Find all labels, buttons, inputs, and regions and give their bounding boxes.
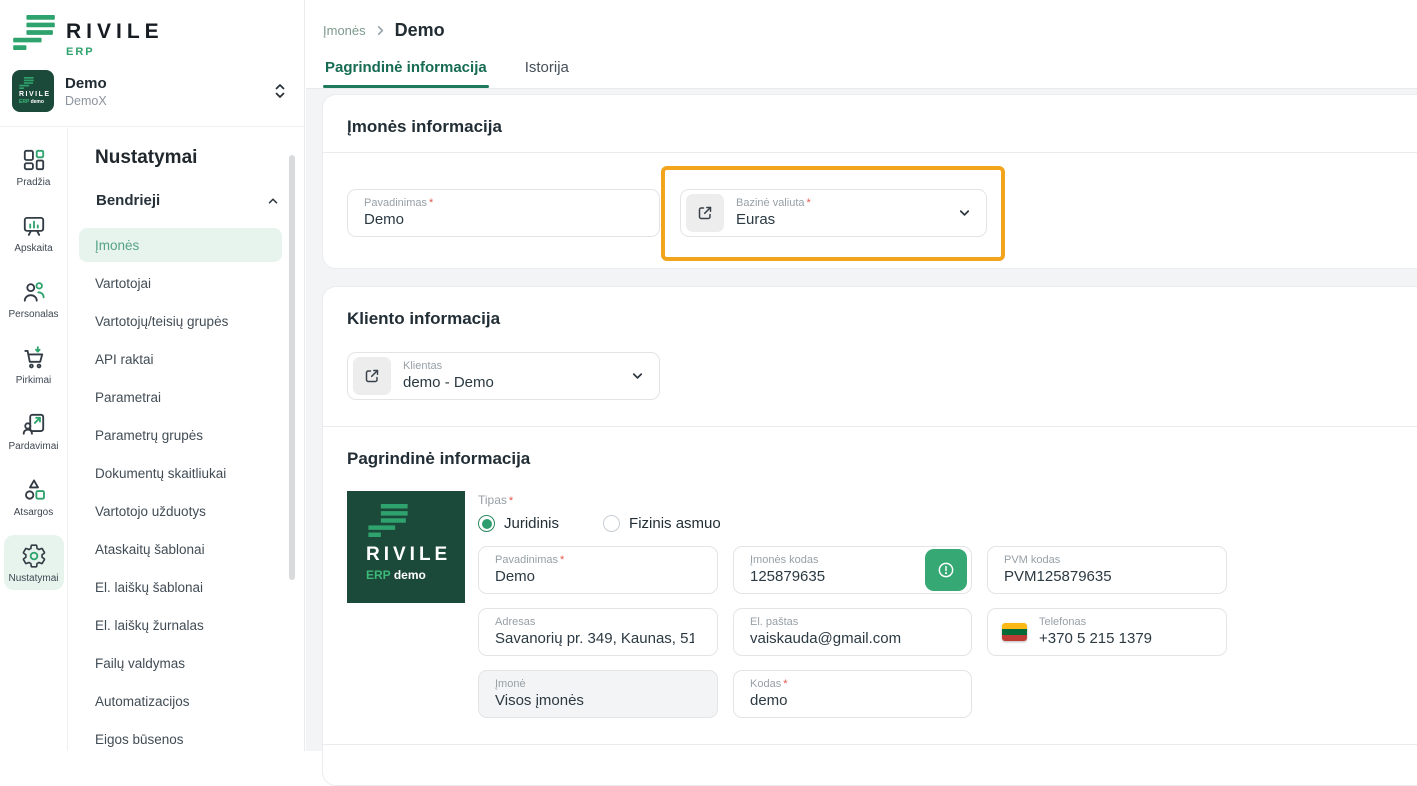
menu-item-ataskaitu-sablonai[interactable]: Ataskaitų šablonai <box>79 532 282 566</box>
settings-menu: Nustatymai Bendrieji Įmonės Vartotojai V… <box>69 128 304 751</box>
sales-screen-icon <box>21 411 47 437</box>
content-area: Įmonės informacija Pavadinimas* <box>306 90 1417 751</box>
el-pastas-input[interactable] <box>750 630 949 647</box>
breadcrumb-parent-link[interactable]: Įmonės <box>323 23 366 38</box>
section-pagrindine-informacija: Pagrindinė informacija RIVILE ERP demo <box>323 427 1417 744</box>
klientas-value: demo - Demo <box>403 374 494 391</box>
field-pavadinimas-general[interactable]: Pavadinimas* <box>478 546 718 594</box>
rivile-logo[interactable]: RIVILE ERP <box>13 15 164 58</box>
rail-item-pirkimai[interactable]: Pirkimai <box>4 337 64 392</box>
company-code-check-button[interactable] <box>925 549 967 591</box>
menu-item-imones[interactable]: Įmonės <box>79 228 282 262</box>
rail-item-apskaita[interactable]: Apskaita <box>4 205 64 260</box>
settings-menu-title: Nustatymai <box>95 148 304 167</box>
menu-list: Įmonės Vartotojai Vartotojų/teisių grupė… <box>79 228 282 756</box>
page-title: Demo <box>395 20 445 41</box>
chevron-up-icon <box>266 194 280 208</box>
alert-circle-icon <box>936 560 956 580</box>
menu-item-vartotoju-teisiu-grupes[interactable]: Vartotojų/teisių grupės <box>79 304 282 338</box>
dashboard-icon <box>21 147 47 173</box>
field-pvm-kodas[interactable]: PVM kodas <box>987 546 1227 594</box>
tipas-label: Tipas* <box>478 493 1408 507</box>
app-window: RIVILE ERP RIVILE ERP demo Demo DemoX <box>0 0 1417 751</box>
radio-fizinis-asmuo[interactable]: Fizinis asmuo <box>603 515 721 532</box>
rail-item-personalas[interactable]: Personalas <box>4 271 64 326</box>
menu-item-el-laisku-zurnalas[interactable]: El. laiškų žurnalas <box>79 608 282 642</box>
chevron-right-icon <box>375 25 386 36</box>
field-adresas[interactable]: Adresas <box>478 608 718 656</box>
icon-rail: Pradžia Apskaita <box>0 128 68 751</box>
highlight-annotation: Bazinė valiuta* Euras <box>661 166 1005 261</box>
menu-item-dokumentu-skaitliukai[interactable]: Dokumentų skaitliukai <box>79 456 282 490</box>
sidebar-header: RIVILE ERP RIVILE ERP demo Demo DemoX <box>0 0 304 127</box>
section-kliento-informacija: Kliento informacija Klientas demo - Demo <box>323 287 1417 425</box>
company-logo-tile[interactable]: RIVILE ERP demo <box>347 491 465 603</box>
card-imones-informacija: Įmonės informacija Pavadinimas* <box>322 94 1417 269</box>
brand-product: ERP <box>66 46 164 58</box>
company-name: Demo <box>65 75 261 92</box>
sidebar: RIVILE ERP RIVILE ERP demo Demo DemoX <box>0 0 305 751</box>
field-pavadinimas[interactable]: Pavadinimas* <box>347 189 660 237</box>
chevron-down-icon <box>630 368 645 383</box>
lithuania-flag-icon[interactable] <box>1002 623 1027 641</box>
menu-item-parametrai[interactable]: Parametrai <box>79 380 282 414</box>
radio-selected-icon <box>478 515 495 532</box>
brand-bars-icon <box>13 15 55 50</box>
field-imone: Įmonė Visos įmonės <box>478 670 718 718</box>
menu-scrollbar[interactable] <box>289 155 295 580</box>
radio-unselected-icon <box>603 515 620 532</box>
menu-item-api-raktai[interactable]: API raktai <box>79 342 282 376</box>
tabs: Pagrindinė informacija Istorija <box>323 59 571 88</box>
inventory-shapes-icon <box>21 477 47 503</box>
menu-item-automatizacijos[interactable]: Automatizacijos <box>79 684 282 718</box>
brand-name: RIVILE <box>66 21 164 42</box>
menu-item-parametru-grupes[interactable]: Parametrų grupės <box>79 418 282 452</box>
menu-item-el-laisku-sablonai[interactable]: El. laiškų šablonai <box>79 570 282 604</box>
chevron-down-icon <box>957 206 972 221</box>
section-title-kliento-informacija: Kliento informacija <box>347 309 500 328</box>
field-bazine-valiuta[interactable]: Bazinė valiuta* Euras <box>680 189 987 237</box>
company-selector[interactable]: RIVILE ERP demo Demo DemoX <box>12 67 296 115</box>
external-link-button[interactable] <box>686 194 724 232</box>
gear-icon <box>21 543 47 569</box>
field-telefonas[interactable]: Telefonas <box>987 608 1227 656</box>
menu-item-vartotojo-uzduotys[interactable]: Vartotojo užduotys <box>79 494 282 528</box>
cart-icon <box>21 345 47 371</box>
rail-item-pradzia[interactable]: Pradžia <box>4 139 64 194</box>
bazine-valiuta-value: Euras <box>736 211 811 228</box>
tab-istorija[interactable]: Istorija <box>523 59 571 88</box>
pavadinimas-input[interactable] <box>364 211 563 228</box>
radio-juridinis[interactable]: Juridinis <box>478 515 559 532</box>
rail-item-pardavimai[interactable]: Pardavimai <box>4 403 64 458</box>
tab-pagrindine-informacija[interactable]: Pagrindinė informacija <box>323 59 489 88</box>
pavadinimas-general-input[interactable] <box>495 568 694 585</box>
people-icon <box>21 279 47 305</box>
field-imones-kodas[interactable]: Įmonės kodas <box>733 546 972 594</box>
section-title-imones-informacija: Įmonės informacija <box>347 117 502 136</box>
breadcrumb: Įmonės Demo <box>323 20 445 41</box>
menu-item-failu-valdymas[interactable]: Failų valdymas <box>79 646 282 680</box>
section-title-pagrindine-informacija: Pagrindinė informacija <box>347 449 530 468</box>
main-content: Įmonės Demo Pagrindinė informacija Istor… <box>306 0 1417 751</box>
imones-kodas-input[interactable] <box>750 568 949 585</box>
external-link-button[interactable] <box>353 357 391 395</box>
rail-item-atsargos[interactable]: Atsargos <box>4 469 64 524</box>
topbar: Įmonės Demo Pagrindinė informacija Istor… <box>306 0 1417 89</box>
adresas-input[interactable] <box>495 630 694 647</box>
kodas-input[interactable] <box>750 692 949 709</box>
menu-group-bendrieji[interactable]: Bendrieji <box>96 192 280 209</box>
company-code: DemoX <box>65 94 261 108</box>
field-el-pastas[interactable]: El. paštas <box>733 608 972 656</box>
telefonas-input[interactable] <box>1039 630 1226 647</box>
imone-value: Visos įmonės <box>495 692 584 709</box>
company-tile-logo: RIVILE ERP demo <box>12 70 54 112</box>
card-kliento-pagrindine: Kliento informacija Klientas demo - Demo <box>322 286 1417 786</box>
field-klientas[interactable]: Klientas demo - Demo <box>347 352 660 400</box>
rail-item-nustatymai[interactable]: Nustatymai <box>4 535 64 590</box>
pvm-kodas-input[interactable] <box>1004 568 1203 585</box>
accounting-board-icon <box>21 213 47 239</box>
updown-chevron-icon <box>272 82 288 100</box>
menu-item-vartotojai[interactable]: Vartotojai <box>79 266 282 300</box>
field-kodas[interactable]: Kodas* <box>733 670 972 718</box>
